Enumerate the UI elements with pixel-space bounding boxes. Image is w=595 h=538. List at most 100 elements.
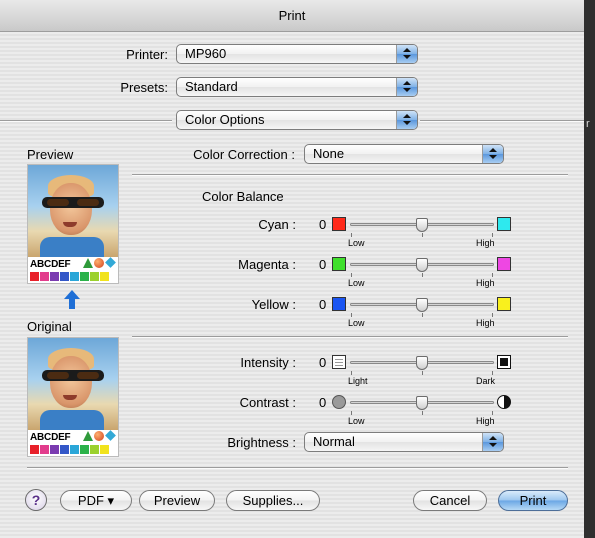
yellow-high-swatch	[497, 297, 511, 311]
print-button[interactable]: Print	[498, 490, 568, 511]
contrast-low-label: Low	[348, 416, 365, 426]
color-swatch	[100, 272, 109, 281]
color-swatch	[50, 445, 59, 454]
window-title: Print	[0, 0, 584, 32]
brightness-popup[interactable]: Normal	[304, 432, 504, 452]
magenta-label: Magenta :	[238, 257, 296, 272]
presets-popup[interactable]: Standard	[176, 77, 418, 97]
preview-sample-text: ABCDEF	[30, 259, 71, 270]
presets-value: Standard	[185, 79, 238, 94]
popup-arrows-icon	[482, 433, 503, 451]
yellow-ticks	[351, 313, 493, 317]
color-swatch	[40, 445, 49, 454]
yellow-slider-thumb[interactable]	[416, 298, 428, 312]
cancel-button[interactable]: Cancel	[413, 490, 487, 511]
cyan-high-swatch	[497, 217, 511, 231]
pdf-button[interactable]: PDF ▾	[60, 490, 132, 511]
intensity-value: 0	[319, 355, 327, 370]
dark-icon	[497, 355, 511, 369]
original-image: ABCDEF	[27, 337, 119, 457]
brightness-label: Brightness :	[227, 435, 296, 450]
magenta-low-label: Low	[348, 278, 365, 288]
color-correction-popup[interactable]: None	[304, 144, 504, 164]
color-swatch-row	[30, 272, 110, 281]
printer-popup[interactable]: MP960	[176, 44, 418, 64]
cyan-slider-thumb[interactable]	[416, 218, 428, 232]
magenta-ticks	[351, 273, 493, 277]
sample-shapes	[83, 257, 117, 270]
cyan-high-label: High	[476, 238, 495, 248]
original-sample-text: ABCDEF	[30, 432, 71, 443]
intensity-high-label: Dark	[476, 376, 496, 386]
color-swatch	[100, 445, 109, 454]
intensity-low-label: Light	[348, 376, 368, 386]
cyan-ticks	[351, 233, 493, 237]
contrast-ticks	[351, 411, 493, 415]
section-divider	[132, 336, 568, 338]
brightness-value: Normal	[313, 434, 355, 449]
color-swatch	[80, 272, 89, 281]
color-swatch	[70, 272, 79, 281]
magenta-low-swatch	[332, 257, 346, 271]
panel-divider-right	[420, 120, 584, 122]
background-window-edge: r	[584, 0, 595, 538]
printer-label: Printer:	[126, 47, 168, 62]
bottom-divider	[27, 467, 568, 469]
contrast-high-icon	[497, 395, 511, 409]
intensity-ticks	[351, 371, 493, 375]
magenta-high-swatch	[497, 257, 511, 271]
yellow-low-swatch	[332, 297, 346, 311]
yellow-label: Yellow :	[251, 297, 296, 312]
contrast-label: Contrast :	[239, 395, 296, 410]
yellow-value: 0	[319, 297, 327, 312]
preview-label: Preview	[27, 147, 74, 162]
magenta-value: 0	[319, 257, 327, 272]
color-swatch	[30, 445, 39, 454]
yellow-low-label: Low	[348, 318, 365, 328]
help-button[interactable]: ?	[25, 489, 47, 511]
cyan-label: Cyan :	[258, 217, 296, 232]
cyan-value: 0	[319, 217, 327, 232]
color-swatch-row	[30, 445, 110, 454]
presets-label: Presets:	[120, 80, 168, 95]
color-swatch	[80, 445, 89, 454]
color-swatch	[60, 445, 69, 454]
popup-arrows-icon	[396, 45, 417, 63]
color-balance-heading: Color Balance	[202, 189, 284, 204]
color-swatch	[30, 272, 39, 281]
magenta-high-label: High	[476, 278, 495, 288]
color-swatch	[90, 272, 99, 281]
yellow-high-label: High	[476, 318, 495, 328]
magenta-slider-thumb[interactable]	[416, 258, 428, 272]
color-swatch	[90, 445, 99, 454]
up-arrow-icon	[64, 290, 80, 310]
printer-value: MP960	[185, 46, 227, 61]
print-dialog: Print Printer: MP960 Presets: Standard C…	[0, 0, 585, 538]
cyan-low-swatch	[332, 217, 346, 231]
contrast-high-label: High	[476, 416, 495, 426]
intensity-slider-thumb[interactable]	[416, 356, 428, 370]
contrast-low-icon	[332, 395, 346, 409]
panel-value: Color Options	[185, 112, 265, 127]
preview-image: ABCDEF	[27, 164, 119, 284]
intensity-label: Intensity :	[240, 355, 296, 370]
color-swatch	[60, 272, 69, 281]
color-swatch	[70, 445, 79, 454]
preview-button[interactable]: Preview	[139, 490, 215, 511]
contrast-slider-thumb[interactable]	[416, 396, 428, 410]
popup-arrows-icon	[396, 78, 417, 96]
supplies-button[interactable]: Supplies...	[226, 490, 320, 511]
panel-popup[interactable]: Color Options	[176, 110, 418, 130]
popup-arrows-icon	[396, 111, 417, 129]
cyan-low-label: Low	[348, 238, 365, 248]
color-swatch	[50, 272, 59, 281]
contrast-value: 0	[319, 395, 327, 410]
color-correction-value: None	[313, 146, 345, 161]
section-divider	[132, 174, 568, 176]
color-correction-label: Color Correction :	[193, 147, 295, 162]
panel-divider-left	[0, 120, 172, 122]
sample-shapes	[83, 430, 117, 443]
light-icon	[332, 355, 346, 369]
color-swatch	[40, 272, 49, 281]
original-label: Original	[27, 319, 72, 334]
